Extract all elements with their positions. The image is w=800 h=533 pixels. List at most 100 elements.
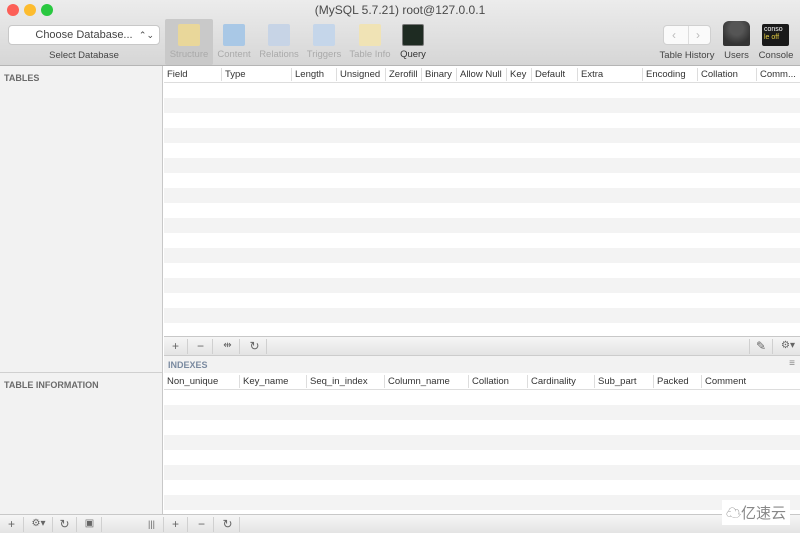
column-separator[interactable] [577, 68, 578, 81]
column-header[interactable]: Collation [701, 69, 738, 80]
column-separator[interactable] [642, 68, 643, 81]
relations-icon [268, 24, 290, 46]
column-header[interactable]: Allow Null [460, 69, 502, 80]
column-separator[interactable] [468, 375, 469, 388]
column-header[interactable]: Comm... [760, 69, 796, 80]
add-index-button[interactable]: + [164, 517, 188, 532]
triggers-label: Triggers [306, 49, 342, 60]
query-label: Query [400, 49, 426, 60]
triggers-icon [313, 24, 335, 46]
column-separator[interactable] [653, 375, 654, 388]
column-separator[interactable] [594, 375, 595, 388]
indexes-table-header: Non_unique Key_name Seq_in_index Column_nam… [164, 373, 800, 390]
column-separator[interactable] [291, 68, 292, 81]
structure-label: Structure [169, 49, 209, 60]
edit-pencil-icon[interactable]: ✎ [749, 339, 773, 354]
indexes-section: INDEXES ≡ [164, 355, 800, 373]
indexes-table-body[interactable] [164, 390, 800, 514]
remove-field-button[interactable]: − [189, 339, 213, 354]
content-icon [223, 24, 245, 46]
refresh-icon[interactable]: ↻ [243, 339, 267, 354]
column-separator[interactable] [385, 68, 386, 81]
back-arrow-icon[interactable]: ‹ [672, 26, 676, 44]
column-header[interactable]: Cardinality [531, 376, 576, 387]
column-separator[interactable] [221, 68, 222, 81]
structure-icon [178, 24, 200, 46]
bottom-bar: + ⚙▾ ↻ ▣ ||| + − ↻ [0, 514, 800, 533]
column-separator[interactable] [527, 375, 528, 388]
users-label: Users [724, 50, 749, 61]
table-history-label: Table History [659, 50, 715, 61]
structure-bottom-bar: + − ⇹ ↻ ✎ ⚙▾ [164, 336, 800, 355]
refresh-icon[interactable]: ↻ [53, 517, 77, 532]
query-button[interactable]: Query [396, 19, 430, 65]
gear-icon[interactable]: ⚙▾ [776, 339, 800, 354]
column-separator[interactable] [239, 375, 240, 388]
table-information-header: TABLE INFORMATION [4, 380, 99, 390]
refresh-indexes-icon[interactable]: ↻ [216, 517, 240, 532]
watermark-logo: ☁亿速云 [721, 500, 790, 525]
chevron-updown-icon: ⌃⌄ [138, 30, 154, 40]
indexes-title: INDEXES [168, 360, 208, 370]
column-header[interactable]: Non_unique [167, 376, 218, 387]
database-select-value: Choose Database... [35, 29, 133, 41]
column-header[interactable]: Comment [705, 376, 746, 387]
column-separator[interactable] [506, 68, 507, 81]
table-history-nav[interactable]: ‹ › [663, 25, 711, 45]
structure-button[interactable]: Structure [165, 19, 213, 65]
column-header[interactable]: Collation [472, 376, 509, 387]
column-header[interactable]: Packed [657, 376, 689, 387]
add-table-button[interactable]: + [0, 517, 24, 532]
column-header[interactable]: Type [225, 69, 246, 80]
column-header[interactable]: Unsigned [340, 69, 380, 80]
table-info-button[interactable]: Table Info [347, 19, 393, 65]
column-separator[interactable] [756, 68, 757, 81]
menu-icon[interactable]: ≡ [789, 358, 795, 369]
column-header[interactable]: Sub_part [598, 376, 637, 387]
users-icon[interactable] [723, 21, 750, 46]
database-select[interactable]: Choose Database... ⌃⌄ [8, 25, 160, 45]
column-separator[interactable] [697, 68, 698, 81]
remove-index-button[interactable]: − [190, 517, 214, 532]
forward-arrow-icon[interactable]: › [696, 26, 700, 44]
column-separator[interactable] [306, 375, 307, 388]
column-header[interactable]: Binary [425, 69, 452, 80]
content-button[interactable]: Content [214, 19, 254, 65]
relations-button[interactable]: Relations [256, 19, 302, 65]
table-info-label: Table Info [349, 49, 391, 60]
resize-handle[interactable]: ||| [140, 517, 164, 532]
column-header[interactable]: Key_name [243, 376, 288, 387]
tables-header: TABLES [4, 73, 40, 83]
column-separator[interactable] [384, 375, 385, 388]
column-separator[interactable] [336, 68, 337, 81]
column-header[interactable]: Key [510, 69, 526, 80]
duplicate-field-button[interactable]: ⇹ [216, 339, 240, 354]
structure-table-body[interactable] [164, 83, 800, 336]
column-separator[interactable] [531, 68, 532, 81]
watermark-text: 亿速云 [740, 505, 786, 522]
column-header[interactable]: Column_name [388, 376, 450, 387]
column-header[interactable]: Extra [581, 69, 603, 80]
triggers-button[interactable]: Triggers [304, 19, 344, 65]
filter-icon[interactable]: ▣ [78, 517, 102, 532]
column-separator[interactable] [701, 375, 702, 388]
relations-label: Relations [259, 49, 299, 60]
tables-list[interactable] [0, 86, 162, 372]
gear-icon[interactable]: ⚙▾ [25, 517, 53, 532]
sidebar: TABLES TABLE INFORMATION [0, 66, 163, 514]
column-header[interactable]: Default [535, 69, 565, 80]
column-header[interactable]: Zerofill [389, 69, 418, 80]
select-database-label: Select Database [49, 50, 119, 61]
column-separator[interactable] [421, 68, 422, 81]
toolbar: (MySQL 5.7.21) root@127.0.0.1 Choose Dat… [0, 0, 800, 66]
column-header[interactable]: Encoding [646, 69, 686, 80]
column-header[interactable]: Field [167, 69, 188, 80]
add-field-button[interactable]: + [164, 339, 188, 354]
column-separator[interactable] [456, 68, 457, 81]
console-label: Console [758, 50, 794, 61]
window-title: (MySQL 5.7.21) root@127.0.0.1 [314, 3, 486, 17]
structure-table-header: Field Type Length Unsigned Zerofill Binary All… [164, 66, 800, 83]
column-header[interactable]: Seq_in_index [310, 376, 368, 387]
column-header[interactable]: Length [295, 69, 324, 80]
console-icon[interactable]: conso le off [762, 24, 789, 46]
